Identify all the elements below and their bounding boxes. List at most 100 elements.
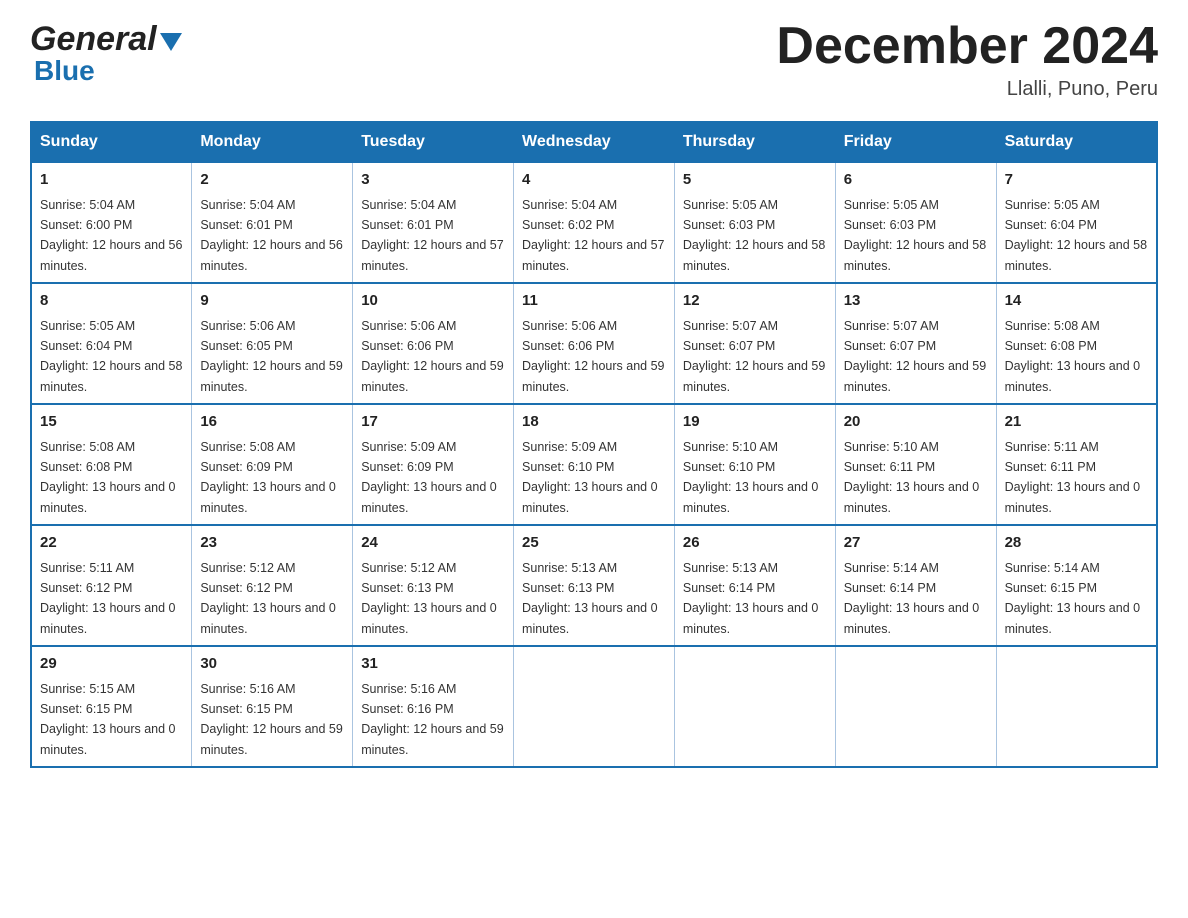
day-info: Sunrise: 5:14 AMSunset: 6:14 PMDaylight:… bbox=[844, 561, 980, 636]
day-info: Sunrise: 5:06 AMSunset: 6:05 PMDaylight:… bbox=[200, 319, 342, 394]
day-info: Sunrise: 5:10 AMSunset: 6:11 PMDaylight:… bbox=[844, 440, 980, 515]
day-number: 28 bbox=[1005, 532, 1148, 555]
day-number: 6 bbox=[844, 169, 988, 192]
day-info: Sunrise: 5:12 AMSunset: 6:13 PMDaylight:… bbox=[361, 561, 497, 636]
day-number: 11 bbox=[522, 290, 666, 313]
day-number: 7 bbox=[1005, 169, 1148, 192]
calendar-cell: 2 Sunrise: 5:04 AMSunset: 6:01 PMDayligh… bbox=[192, 162, 353, 283]
day-number: 26 bbox=[683, 532, 827, 555]
calendar-cell: 15 Sunrise: 5:08 AMSunset: 6:08 PMDaylig… bbox=[31, 404, 192, 525]
logo-triangle-icon bbox=[160, 33, 182, 51]
calendar-cell bbox=[674, 646, 835, 767]
day-info: Sunrise: 5:06 AMSunset: 6:06 PMDaylight:… bbox=[361, 319, 503, 394]
month-title: December 2024 bbox=[776, 20, 1158, 72]
day-number: 8 bbox=[40, 290, 183, 313]
logo: General Blue bbox=[30, 20, 182, 87]
calendar-cell bbox=[835, 646, 996, 767]
day-number: 10 bbox=[361, 290, 505, 313]
calendar-cell: 17 Sunrise: 5:09 AMSunset: 6:09 PMDaylig… bbox=[353, 404, 514, 525]
day-number: 20 bbox=[844, 411, 988, 434]
day-info: Sunrise: 5:12 AMSunset: 6:12 PMDaylight:… bbox=[200, 561, 336, 636]
day-info: Sunrise: 5:05 AMSunset: 6:03 PMDaylight:… bbox=[683, 198, 825, 273]
day-info: Sunrise: 5:04 AMSunset: 6:01 PMDaylight:… bbox=[200, 198, 342, 273]
day-info: Sunrise: 5:11 AMSunset: 6:11 PMDaylight:… bbox=[1005, 440, 1141, 515]
day-number: 15 bbox=[40, 411, 183, 434]
calendar-cell: 21 Sunrise: 5:11 AMSunset: 6:11 PMDaylig… bbox=[996, 404, 1157, 525]
calendar-cell: 3 Sunrise: 5:04 AMSunset: 6:01 PMDayligh… bbox=[353, 162, 514, 283]
day-number: 2 bbox=[200, 169, 344, 192]
day-info: Sunrise: 5:04 AMSunset: 6:02 PMDaylight:… bbox=[522, 198, 664, 273]
day-info: Sunrise: 5:09 AMSunset: 6:09 PMDaylight:… bbox=[361, 440, 497, 515]
day-info: Sunrise: 5:14 AMSunset: 6:15 PMDaylight:… bbox=[1005, 561, 1141, 636]
calendar-cell: 25 Sunrise: 5:13 AMSunset: 6:13 PMDaylig… bbox=[514, 525, 675, 646]
day-number: 24 bbox=[361, 532, 505, 555]
calendar-cell: 13 Sunrise: 5:07 AMSunset: 6:07 PMDaylig… bbox=[835, 283, 996, 404]
day-info: Sunrise: 5:13 AMSunset: 6:14 PMDaylight:… bbox=[683, 561, 819, 636]
day-number: 3 bbox=[361, 169, 505, 192]
calendar-cell: 6 Sunrise: 5:05 AMSunset: 6:03 PMDayligh… bbox=[835, 162, 996, 283]
day-number: 31 bbox=[361, 653, 505, 676]
calendar-cell: 12 Sunrise: 5:07 AMSunset: 6:07 PMDaylig… bbox=[674, 283, 835, 404]
day-info: Sunrise: 5:08 AMSunset: 6:08 PMDaylight:… bbox=[40, 440, 176, 515]
day-number: 18 bbox=[522, 411, 666, 434]
day-number: 12 bbox=[683, 290, 827, 313]
day-info: Sunrise: 5:13 AMSunset: 6:13 PMDaylight:… bbox=[522, 561, 658, 636]
week-row-4: 22 Sunrise: 5:11 AMSunset: 6:12 PMDaylig… bbox=[31, 525, 1157, 646]
calendar-cell bbox=[514, 646, 675, 767]
col-sunday: Sunday bbox=[31, 122, 192, 162]
day-number: 22 bbox=[40, 532, 183, 555]
day-info: Sunrise: 5:11 AMSunset: 6:12 PMDaylight:… bbox=[40, 561, 176, 636]
calendar-cell: 20 Sunrise: 5:10 AMSunset: 6:11 PMDaylig… bbox=[835, 404, 996, 525]
day-info: Sunrise: 5:08 AMSunset: 6:09 PMDaylight:… bbox=[200, 440, 336, 515]
day-info: Sunrise: 5:04 AMSunset: 6:00 PMDaylight:… bbox=[40, 198, 182, 273]
calendar-cell: 10 Sunrise: 5:06 AMSunset: 6:06 PMDaylig… bbox=[353, 283, 514, 404]
calendar-cell: 18 Sunrise: 5:09 AMSunset: 6:10 PMDaylig… bbox=[514, 404, 675, 525]
location-text: Llalli, Puno, Peru bbox=[776, 78, 1158, 101]
day-info: Sunrise: 5:05 AMSunset: 6:03 PMDaylight:… bbox=[844, 198, 986, 273]
day-info: Sunrise: 5:04 AMSunset: 6:01 PMDaylight:… bbox=[361, 198, 503, 273]
week-row-5: 29 Sunrise: 5:15 AMSunset: 6:15 PMDaylig… bbox=[31, 646, 1157, 767]
day-number: 23 bbox=[200, 532, 344, 555]
logo-general-text: General bbox=[30, 20, 157, 59]
day-info: Sunrise: 5:05 AMSunset: 6:04 PMDaylight:… bbox=[40, 319, 182, 394]
day-number: 1 bbox=[40, 169, 183, 192]
col-thursday: Thursday bbox=[674, 122, 835, 162]
calendar-cell: 28 Sunrise: 5:14 AMSunset: 6:15 PMDaylig… bbox=[996, 525, 1157, 646]
logo-arrow-lines bbox=[160, 33, 182, 51]
logo-icon: General bbox=[30, 20, 182, 59]
calendar-cell: 22 Sunrise: 5:11 AMSunset: 6:12 PMDaylig… bbox=[31, 525, 192, 646]
calendar-cell: 5 Sunrise: 5:05 AMSunset: 6:03 PMDayligh… bbox=[674, 162, 835, 283]
day-info: Sunrise: 5:08 AMSunset: 6:08 PMDaylight:… bbox=[1005, 319, 1141, 394]
day-number: 16 bbox=[200, 411, 344, 434]
calendar-cell: 1 Sunrise: 5:04 AMSunset: 6:00 PMDayligh… bbox=[31, 162, 192, 283]
day-info: Sunrise: 5:10 AMSunset: 6:10 PMDaylight:… bbox=[683, 440, 819, 515]
week-row-2: 8 Sunrise: 5:05 AMSunset: 6:04 PMDayligh… bbox=[31, 283, 1157, 404]
calendar-cell: 19 Sunrise: 5:10 AMSunset: 6:10 PMDaylig… bbox=[674, 404, 835, 525]
title-area: December 2024 Llalli, Puno, Peru bbox=[776, 20, 1158, 101]
calendar-cell: 27 Sunrise: 5:14 AMSunset: 6:14 PMDaylig… bbox=[835, 525, 996, 646]
calendar-cell: 14 Sunrise: 5:08 AMSunset: 6:08 PMDaylig… bbox=[996, 283, 1157, 404]
day-number: 30 bbox=[200, 653, 344, 676]
calendar-cell: 7 Sunrise: 5:05 AMSunset: 6:04 PMDayligh… bbox=[996, 162, 1157, 283]
day-number: 25 bbox=[522, 532, 666, 555]
day-info: Sunrise: 5:15 AMSunset: 6:15 PMDaylight:… bbox=[40, 682, 176, 757]
calendar-cell: 24 Sunrise: 5:12 AMSunset: 6:13 PMDaylig… bbox=[353, 525, 514, 646]
calendar-cell: 31 Sunrise: 5:16 AMSunset: 6:16 PMDaylig… bbox=[353, 646, 514, 767]
calendar-cell: 29 Sunrise: 5:15 AMSunset: 6:15 PMDaylig… bbox=[31, 646, 192, 767]
calendar-cell: 9 Sunrise: 5:06 AMSunset: 6:05 PMDayligh… bbox=[192, 283, 353, 404]
day-info: Sunrise: 5:07 AMSunset: 6:07 PMDaylight:… bbox=[683, 319, 825, 394]
day-info: Sunrise: 5:05 AMSunset: 6:04 PMDaylight:… bbox=[1005, 198, 1147, 273]
calendar-cell: 23 Sunrise: 5:12 AMSunset: 6:12 PMDaylig… bbox=[192, 525, 353, 646]
day-number: 14 bbox=[1005, 290, 1148, 313]
day-number: 4 bbox=[522, 169, 666, 192]
calendar-cell: 26 Sunrise: 5:13 AMSunset: 6:14 PMDaylig… bbox=[674, 525, 835, 646]
day-number: 27 bbox=[844, 532, 988, 555]
calendar-cell: 16 Sunrise: 5:08 AMSunset: 6:09 PMDaylig… bbox=[192, 404, 353, 525]
calendar-cell: 4 Sunrise: 5:04 AMSunset: 6:02 PMDayligh… bbox=[514, 162, 675, 283]
day-info: Sunrise: 5:09 AMSunset: 6:10 PMDaylight:… bbox=[522, 440, 658, 515]
day-number: 13 bbox=[844, 290, 988, 313]
week-row-3: 15 Sunrise: 5:08 AMSunset: 6:08 PMDaylig… bbox=[31, 404, 1157, 525]
day-number: 29 bbox=[40, 653, 183, 676]
day-number: 5 bbox=[683, 169, 827, 192]
logo-blue-text: Blue bbox=[34, 55, 95, 87]
